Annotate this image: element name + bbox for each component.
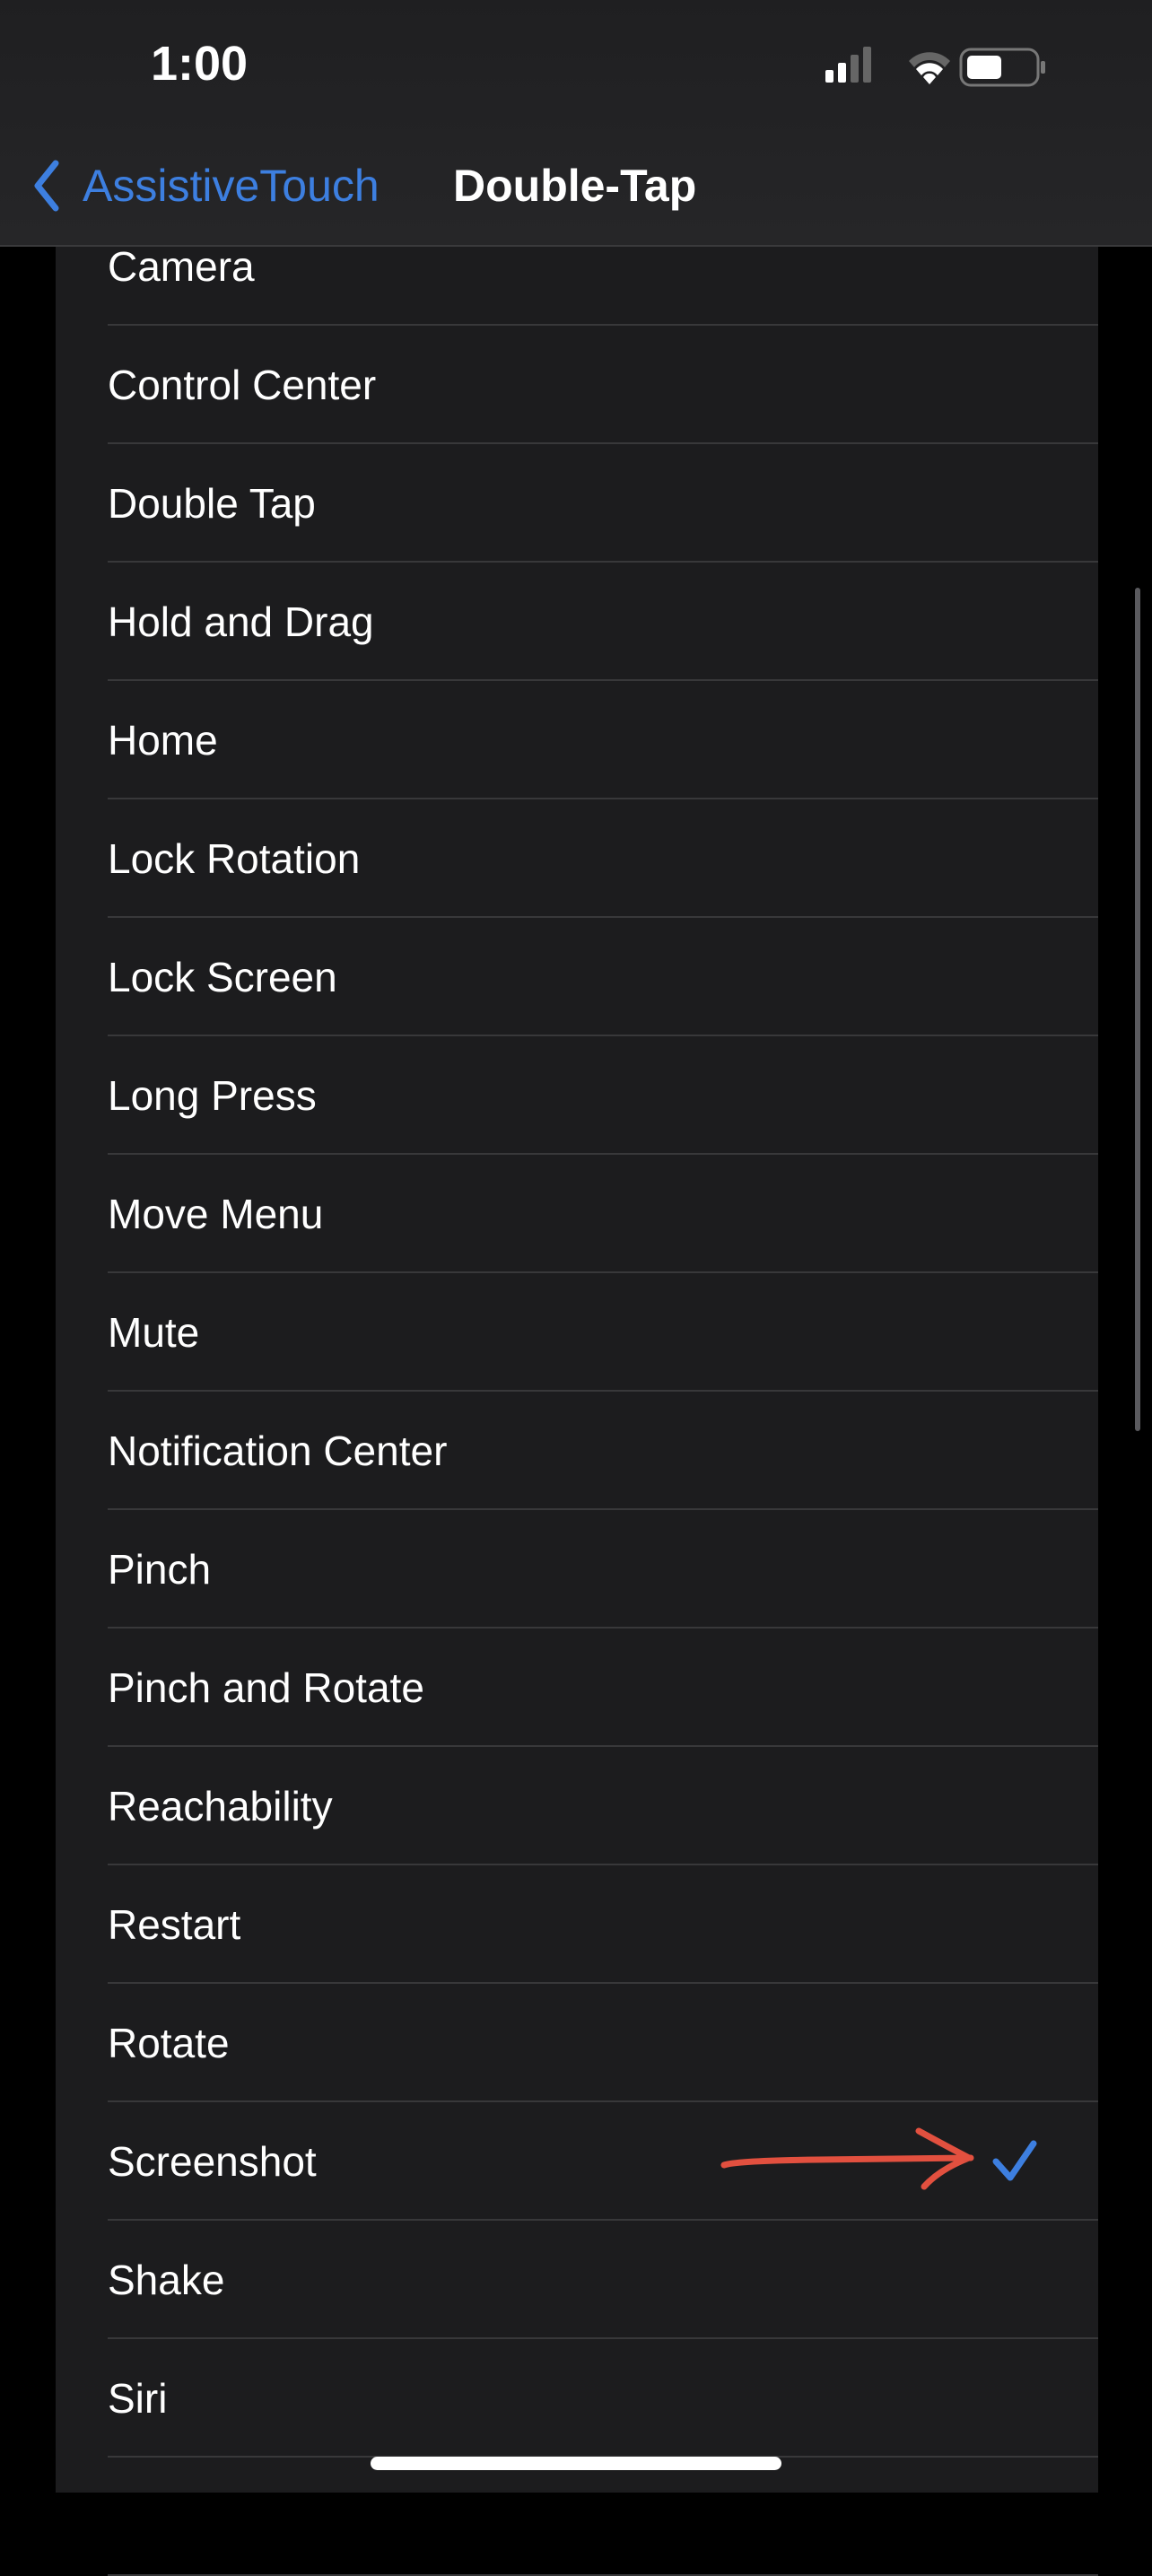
list-item[interactable]: Notification Center [56, 1392, 1098, 1510]
list-item[interactable]: Rotate [56, 1984, 1098, 2102]
list-item-label: Reachability [108, 1783, 333, 1829]
list-item-label: Shake [108, 2257, 225, 2303]
list-item-label: Move Menu [108, 1191, 324, 1237]
chevron-left-icon [34, 160, 59, 212]
list-item-label: Lock Rotation [108, 835, 361, 882]
list-item[interactable]: Restart [56, 1865, 1098, 1984]
list-item-label: Mute [108, 1309, 200, 1356]
page-title: Double-Tap [453, 161, 697, 211]
status-icons [825, 47, 1045, 87]
list-item[interactable] [56, 2458, 1098, 2576]
list-item[interactable]: Hold and Drag [56, 563, 1098, 681]
list-item[interactable]: Shake [56, 2221, 1098, 2339]
wifi-icon [909, 52, 950, 84]
battery-icon [959, 48, 1045, 87]
checkmark-icon [992, 2140, 1037, 2181]
list-item[interactable]: Mute [56, 1273, 1098, 1392]
list-item-label: Screenshot [108, 2138, 317, 2185]
list-item[interactable]: Siri [56, 2339, 1098, 2458]
list-item-label: Long Press [108, 1072, 317, 1119]
home-indicator[interactable] [371, 2457, 781, 2470]
list-item-label: Restart [108, 1901, 241, 1948]
list-item[interactable]: Double Tap [56, 444, 1098, 563]
back-button[interactable]: AssistiveTouch [32, 154, 380, 217]
list-item-label: Home [108, 717, 218, 764]
list-item-label: Siri [108, 2375, 168, 2422]
list-item-label: Control Center [108, 362, 377, 408]
list-item[interactable]: Pinch and Rotate [56, 1629, 1098, 1747]
signal-icon [825, 47, 871, 83]
list-item[interactable]: Pinch [56, 1510, 1098, 1629]
list-item[interactable]: Lock Screen [56, 918, 1098, 1036]
list-item[interactable]: Move Menu [56, 1155, 1098, 1273]
list-item-label: Rotate [108, 2020, 230, 2066]
status-time: 1:00 [151, 37, 249, 91]
list-item-label: Pinch and Rotate [108, 1664, 424, 1711]
list-item[interactable]: Reachability [56, 1747, 1098, 1865]
navigation-bar: 1:00 AssistiveTouch Double-Tap [0, 0, 1152, 247]
list-item-label: Lock Screen [108, 954, 337, 1000]
annotation-arrow-icon [720, 2127, 974, 2190]
list-item[interactable]: Control Center [56, 326, 1098, 444]
list-item-label: Hold and Drag [108, 598, 374, 645]
list-item[interactable]: Screenshot [56, 2102, 1098, 2221]
scrollbar[interactable] [1135, 588, 1140, 1431]
list-item-label: Pinch [108, 1546, 212, 1593]
list-item[interactable]: Lock Rotation [56, 799, 1098, 918]
list-item-label: Double Tap [108, 480, 316, 527]
list-item-label: Notification Center [108, 1428, 448, 1474]
back-label: AssistiveTouch [83, 161, 380, 211]
actions-list: Camera Control Center Double Tap Hold and D… [56, 0, 1098, 2576]
list-item[interactable]: Home [56, 681, 1098, 799]
list-item[interactable]: Long Press [56, 1036, 1098, 1155]
